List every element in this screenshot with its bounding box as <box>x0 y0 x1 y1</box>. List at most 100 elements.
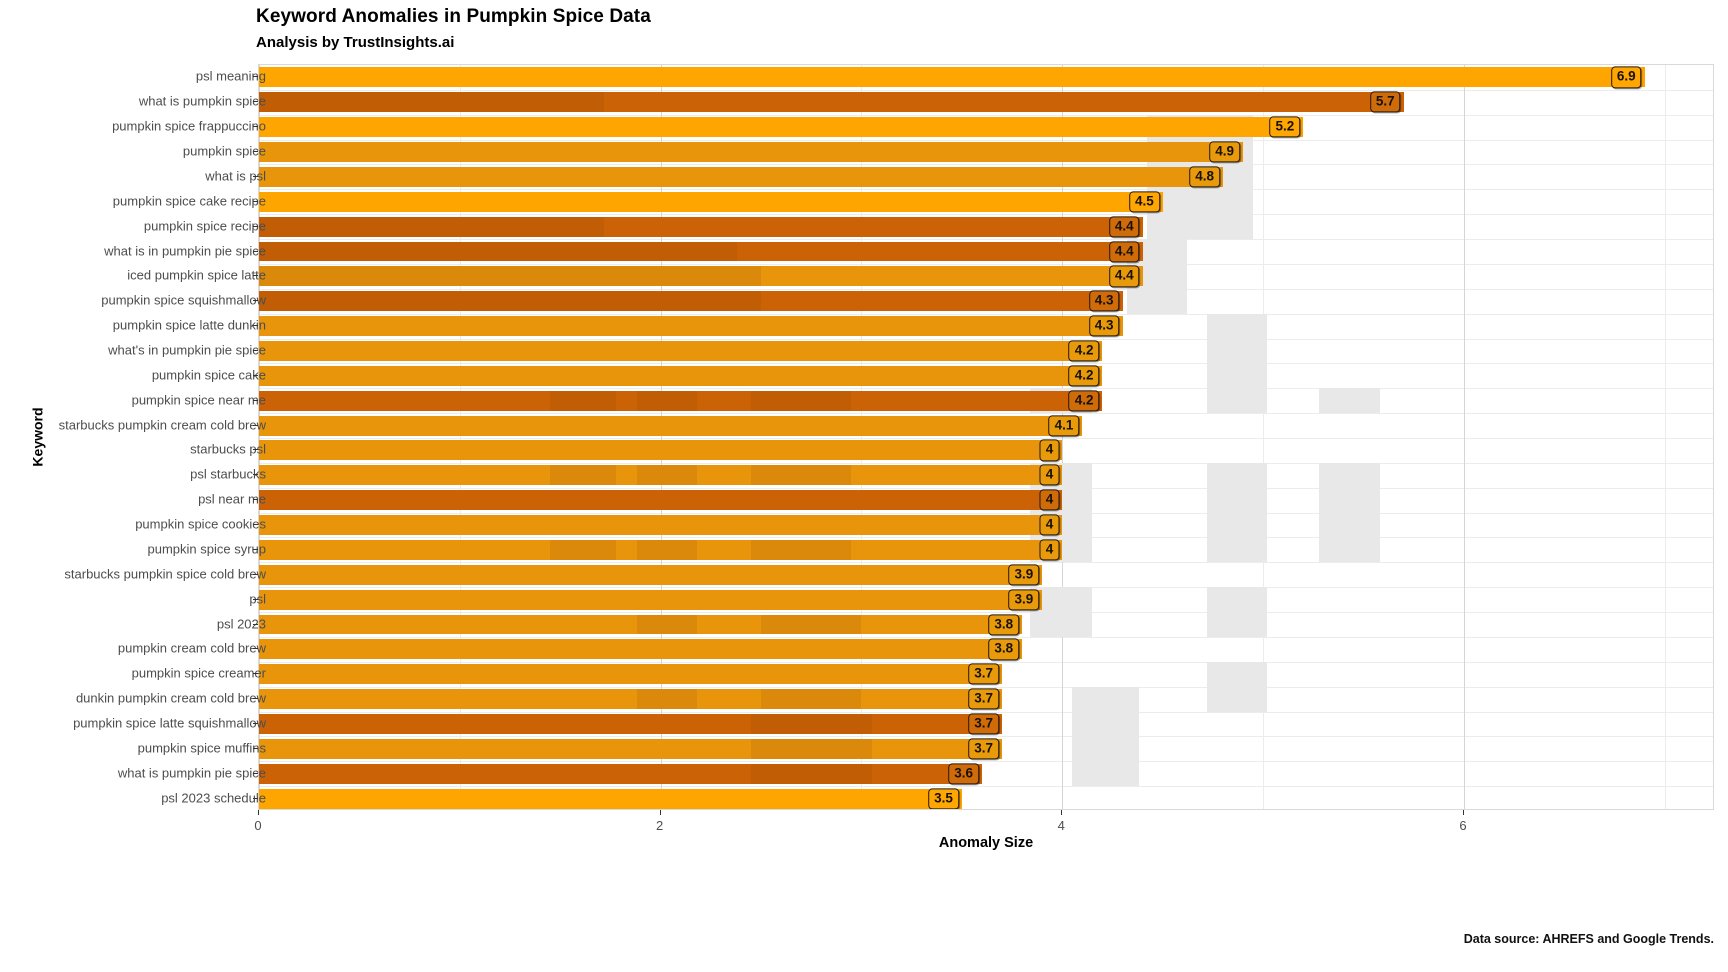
bar-value-label: 4.2 <box>1068 365 1100 387</box>
y-axis-tick-mark <box>253 76 258 78</box>
bar-row[interactable] <box>259 390 1713 411</box>
bar[interactable] <box>259 365 1103 386</box>
bar-band-overlay <box>636 539 697 560</box>
y-axis-tick-mark <box>253 300 258 302</box>
bar-row[interactable] <box>259 365 1713 386</box>
bar-value-label: 4 <box>1039 514 1060 536</box>
gridline-horizontal <box>259 338 1713 340</box>
bar-row[interactable] <box>259 564 1713 585</box>
bar[interactable] <box>259 415 1083 436</box>
y-axis-tick-label: pumpkin spice near me <box>131 392 266 408</box>
bar-value-label: 3.7 <box>968 688 1000 710</box>
bar-value-label: 4 <box>1039 539 1060 561</box>
bar[interactable] <box>259 142 1244 162</box>
gridline-horizontal <box>259 512 1713 514</box>
bar-row[interactable] <box>259 117 1713 138</box>
gridline-horizontal <box>259 636 1713 638</box>
bar-row[interactable] <box>259 490 1713 511</box>
bar-row[interactable] <box>259 763 1713 784</box>
bar[interactable] <box>259 714 1003 734</box>
bar-row[interactable] <box>259 639 1713 660</box>
page-title: Keyword Anomalies in Pumpkin Spice Data <box>256 6 651 27</box>
bar[interactable] <box>259 738 1003 759</box>
gridline-horizontal <box>259 438 1713 439</box>
y-axis-tick-label: pumpkin spice cake recipe <box>112 193 266 209</box>
gridline-horizontal <box>259 363 1713 365</box>
gridline-horizontal <box>259 462 1713 464</box>
bar[interactable] <box>259 589 1043 610</box>
bar[interactable] <box>259 788 962 809</box>
y-axis-tick-mark <box>253 175 258 177</box>
plot-area: 6.9 5.7 5.2 4.9 4.8 4.5 4.4 4.4 4.4 4.3 4.3 4.2 4.2 4… <box>259 65 1713 809</box>
bar[interactable] <box>259 490 1063 511</box>
bar-band-overlay <box>751 539 852 560</box>
bar-row[interactable] <box>259 341 1713 361</box>
bar-value-label: 3.8 <box>988 613 1020 636</box>
bar-row[interactable] <box>259 589 1713 610</box>
bar-band-overlay <box>751 714 872 734</box>
gridline-horizontal <box>259 587 1713 589</box>
bar-value-label: 3.7 <box>968 738 1000 760</box>
bar-row[interactable] <box>259 316 1713 337</box>
y-axis-tick-label: what's in pumpkin pie spice <box>108 342 266 358</box>
bar-band-overlay <box>751 390 852 411</box>
x-axis-tick-mark <box>659 810 661 815</box>
title-block: Keyword Anomalies in Pumpkin Spice Data … <box>256 6 651 51</box>
bar[interactable] <box>259 689 1003 710</box>
bar-row[interactable] <box>259 191 1713 212</box>
bar-value-label: 4.4 <box>1108 216 1140 238</box>
gridline-horizontal <box>259 413 1713 415</box>
bar-row[interactable] <box>259 515 1713 535</box>
bar[interactable] <box>259 67 1645 88</box>
bar-band-overlay <box>259 241 737 262</box>
y-axis-tick-mark <box>253 474 258 476</box>
y-axis-tick-mark <box>253 722 258 724</box>
gridline-horizontal <box>259 214 1713 216</box>
y-axis-tick-mark <box>253 101 258 103</box>
bar[interactable] <box>259 564 1043 585</box>
bar-band-overlay <box>751 465 852 486</box>
bar-row[interactable] <box>259 465 1713 486</box>
bar-band-overlay <box>550 539 617 560</box>
bar-band-overlay <box>550 465 617 486</box>
bar-band-overlay <box>259 216 605 237</box>
plot-panel: 6.9 5.7 5.2 4.9 4.8 4.5 4.4 4.4 4.4 4.3 4.3 4.2 4.2 4… <box>258 64 1714 810</box>
gridline-horizontal <box>259 736 1713 738</box>
gridline-horizontal <box>259 164 1713 166</box>
bar[interactable] <box>259 440 1063 461</box>
bar-row[interactable] <box>259 415 1713 436</box>
x-axis-tick-label: 2 <box>656 818 664 833</box>
bar-band-overlay <box>751 763 872 784</box>
bar[interactable] <box>259 191 1163 212</box>
gridline-horizontal <box>259 139 1713 141</box>
data-source-caption: Data source: AHREFS and Google Trends. <box>1463 932 1714 946</box>
x-axis-tick-mark <box>258 810 259 815</box>
y-axis-tick-label: dunkin pumpkin cream cold brew <box>75 690 266 706</box>
bar-row[interactable] <box>259 539 1713 560</box>
bar[interactable] <box>259 117 1304 138</box>
bar[interactable] <box>259 341 1103 361</box>
y-axis-tick-label: pumpkin spice recipe <box>143 218 266 234</box>
bar-value-label: 4.3 <box>1088 315 1120 337</box>
bar-row[interactable] <box>259 67 1713 88</box>
bar-row[interactable] <box>259 440 1713 461</box>
x-axis-tick-label: 4 <box>1057 818 1065 833</box>
bar[interactable] <box>259 664 1003 685</box>
bar[interactable] <box>259 639 1023 660</box>
bar-row[interactable] <box>259 614 1713 635</box>
bar[interactable] <box>259 515 1063 535</box>
bar[interactable] <box>259 166 1223 187</box>
bar-value-label: 4.1 <box>1048 414 1080 437</box>
y-axis-tick-label: iced pumpkin spice latte <box>127 267 266 283</box>
bar[interactable] <box>259 316 1123 337</box>
y-axis-tick-mark <box>253 772 258 774</box>
bar[interactable] <box>259 763 982 784</box>
bar-row[interactable] <box>259 166 1713 187</box>
y-axis-tick-mark <box>253 126 258 128</box>
gridline-horizontal <box>259 288 1713 290</box>
bar-value-label: 5.2 <box>1269 116 1301 138</box>
bar-row[interactable] <box>259 788 1713 809</box>
y-axis-tick-label: pumpkin spice latte squishmallow <box>73 715 266 731</box>
bar-row[interactable] <box>259 142 1713 162</box>
y-axis-tick-mark <box>253 325 258 327</box>
